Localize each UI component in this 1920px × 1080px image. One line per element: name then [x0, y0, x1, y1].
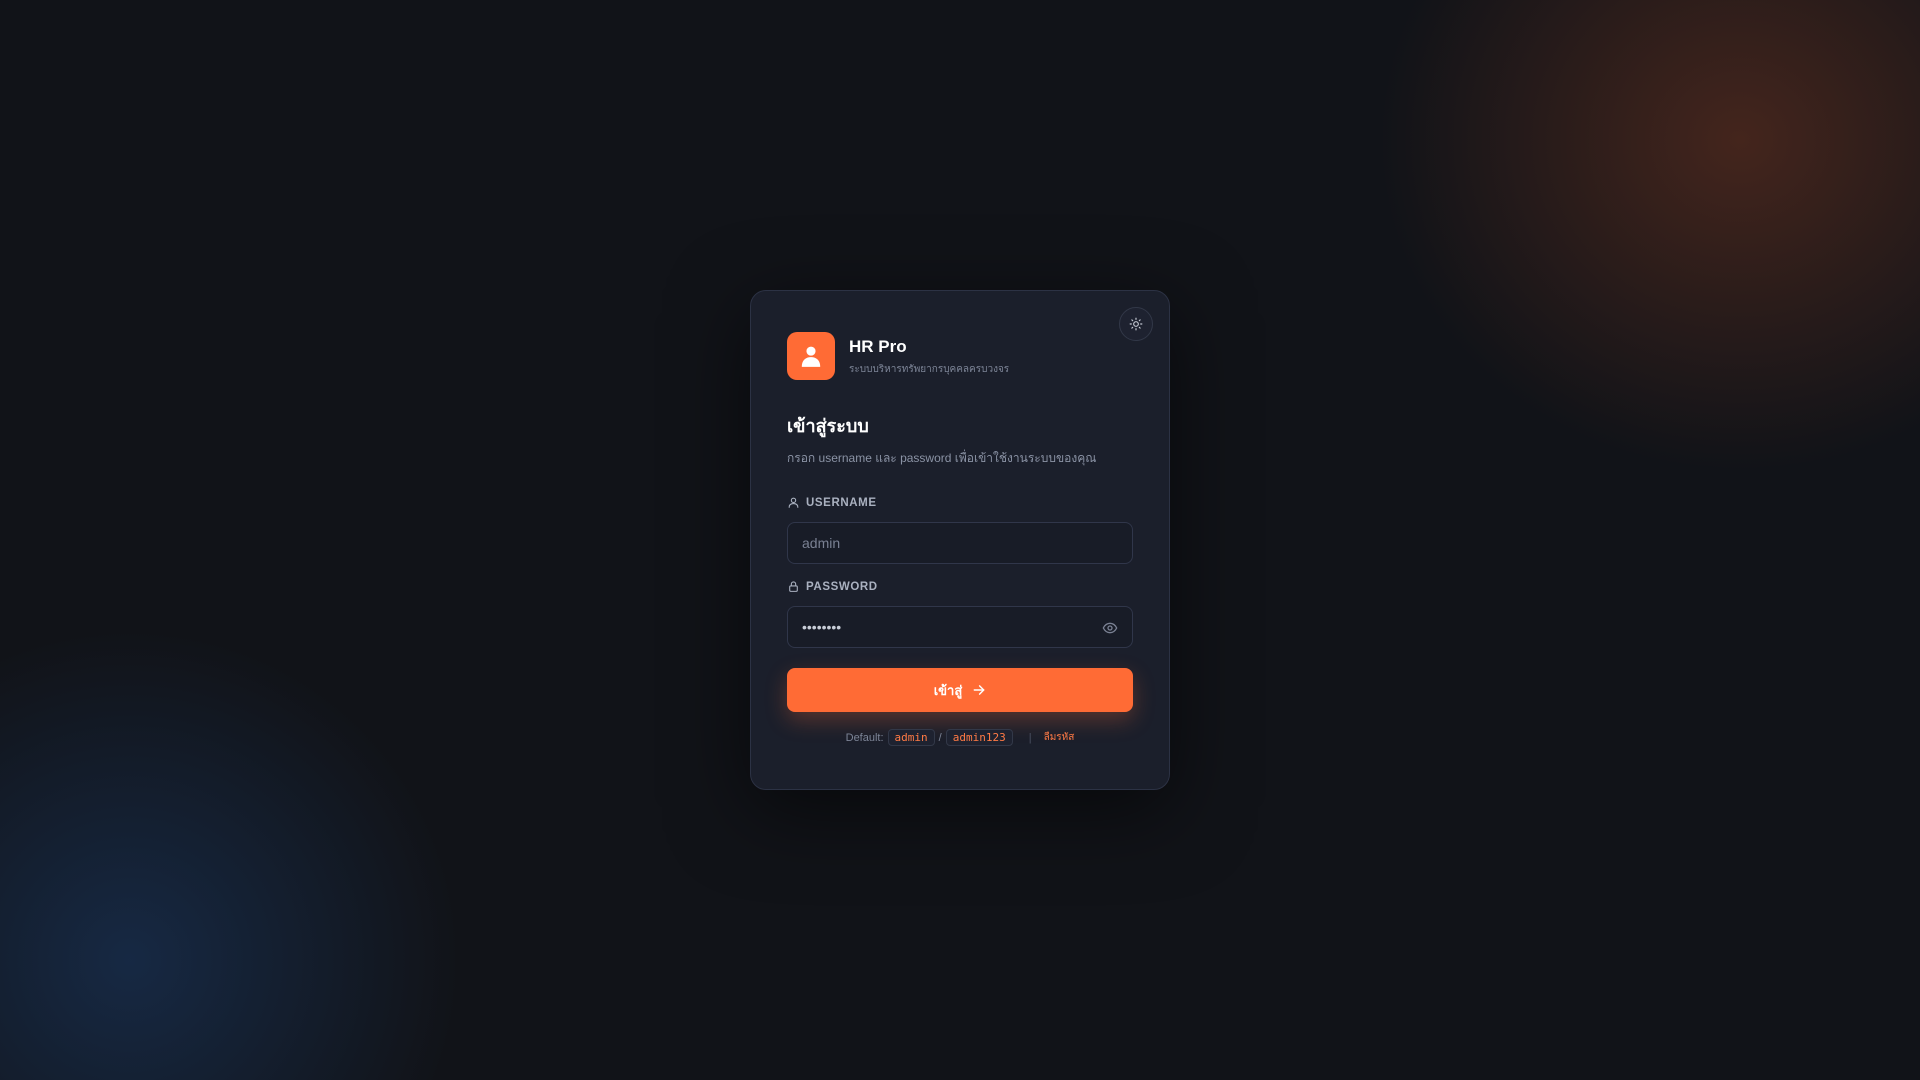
eye-icon	[1102, 622, 1118, 634]
username-input[interactable]	[788, 523, 1132, 563]
login-subheading: กรอก username และ password เพื่อเข้าใช้ง…	[787, 451, 1097, 465]
credentials-divider: /	[938, 731, 942, 744]
theme-toggle-button[interactable]	[1119, 307, 1153, 341]
password-field-wrapper	[787, 606, 1133, 648]
password-label-text: PASSWORD	[806, 580, 878, 593]
arrow-right-icon	[973, 685, 985, 695]
brand-header: HR Pro ระบบบริหารทรัพยากรบุคคลครบวงจร	[787, 332, 1009, 380]
app-name: HR Pro	[849, 336, 907, 356]
login-submit-button[interactable]: เข้าสู่	[787, 668, 1133, 712]
login-submit-label: เข้าสู่	[933, 682, 963, 698]
default-credentials-hint: Default: admin / admin123 | ลืมรหัส	[751, 729, 1169, 746]
user-icon	[788, 497, 799, 508]
hint-separator: |	[1028, 731, 1032, 744]
forgot-password-link[interactable]: ลืมรหัส	[1044, 730, 1075, 745]
password-label: PASSWORD	[787, 580, 878, 593]
username-field-wrapper	[787, 522, 1133, 564]
app-tagline: ระบบบริหารทรัพยากรบุคคลครบวงจร	[849, 363, 1010, 375]
username-label: USERNAME	[787, 496, 877, 509]
default-label: Default:	[845, 731, 884, 744]
default-username: admin	[887, 729, 935, 746]
app-logo	[787, 332, 835, 380]
username-label-text: USERNAME	[806, 496, 877, 509]
password-input[interactable]	[788, 607, 1132, 647]
default-password: admin123	[945, 729, 1013, 746]
sun-icon	[1129, 317, 1143, 331]
toggle-password-visibility-button[interactable]	[1100, 618, 1120, 638]
lock-icon	[789, 581, 798, 592]
login-card: HR Pro ระบบบริหารทรัพยากรบุคคลครบวงจร เข…	[750, 290, 1170, 790]
user-icon	[801, 346, 821, 367]
login-heading: เข้าสู่ระบบ	[787, 416, 869, 436]
